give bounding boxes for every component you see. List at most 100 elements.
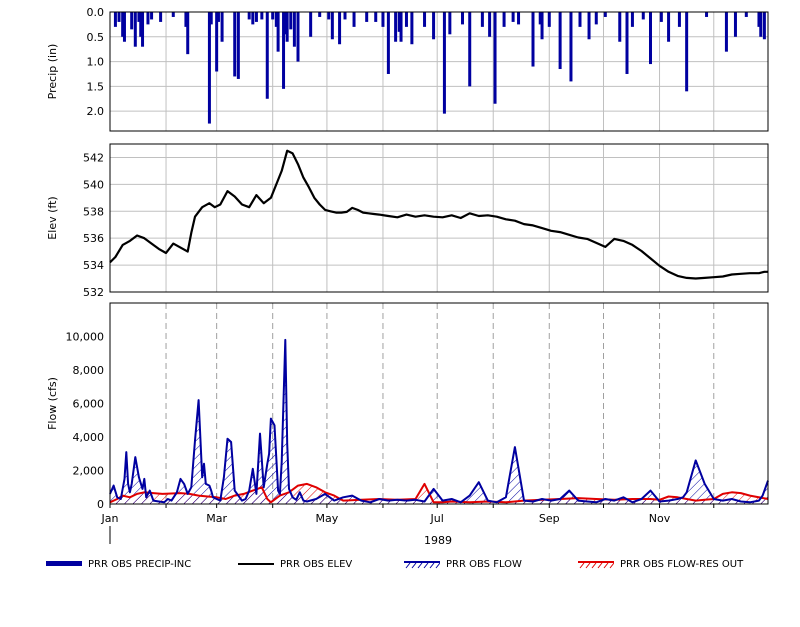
precip-bar-0 — [113, 12, 117, 27]
precip-bar-18 — [216, 12, 220, 22]
precip-ylabel: Precip (in) — [46, 44, 59, 100]
precip-bar-81 — [677, 12, 681, 27]
precip-bar-15 — [207, 12, 211, 124]
precip-bar-88 — [759, 12, 763, 37]
precip-bar-11 — [159, 12, 163, 22]
precip-bar-68 — [558, 12, 562, 70]
legend-swatch-flow — [404, 561, 440, 569]
precip-bar-78 — [649, 12, 652, 65]
precip-bar-50 — [404, 12, 408, 27]
precip-bar-55 — [448, 12, 452, 35]
precip-bar-58 — [480, 12, 484, 27]
xtick-label-3: Jul — [430, 512, 444, 525]
precip-bar-59 — [488, 12, 492, 37]
precip-bar-9 — [146, 12, 150, 25]
precip-bar-49 — [399, 12, 403, 42]
precip-bar-57 — [468, 12, 472, 87]
precip-bar-61 — [502, 12, 506, 27]
flow-ytick-label-1: 2,000 — [73, 465, 105, 478]
precip-bar-41 — [343, 12, 347, 20]
legend-item-elev: PRR OBS ELEV — [238, 553, 352, 575]
elev-ytick-label-1: 534 — [83, 259, 104, 272]
precip-bar-84 — [724, 12, 728, 52]
precip-bar-62 — [511, 12, 515, 22]
precip-bar-79 — [659, 12, 663, 22]
precip-bar-33 — [289, 12, 293, 30]
precip-bar-44 — [374, 12, 378, 22]
precip-bar-73 — [603, 12, 607, 17]
precip-bar-26 — [265, 12, 269, 99]
precip-bar-43 — [365, 12, 369, 22]
precip-bar-22 — [247, 12, 251, 20]
precip-bar-1 — [117, 12, 121, 22]
elev-ylabel: Elev (ft) — [46, 196, 59, 239]
precip-bar-70 — [578, 12, 582, 27]
precip-bar-32 — [285, 12, 289, 42]
flow-ytick-label-0: 0 — [97, 498, 104, 511]
precip-bar-12 — [171, 12, 175, 17]
xtick-label-0: Jan — [101, 512, 119, 525]
precip-bar-16 — [209, 12, 213, 25]
legend-swatch-elev — [238, 563, 274, 565]
precip-bar-89 — [762, 12, 766, 40]
precip-ytick-label-1: 0.5 — [87, 31, 105, 44]
precip-bar-67 — [547, 12, 551, 27]
legend-label-elev: PRR OBS ELEV — [280, 558, 353, 570]
precip-bar-4 — [130, 12, 134, 30]
precip-bar-54 — [442, 12, 446, 114]
flow-area-fill — [110, 339, 768, 504]
precip-bar-52 — [423, 12, 427, 27]
hydrograph-chart: 0.0 0.5 1.0 1.5 2.0 Precip (in) 532 534 536 538 54… — [46, 6, 769, 547]
xtick-label-5: Nov — [649, 512, 671, 525]
xlabel-year: 1989 — [424, 534, 452, 547]
precip-bar-14 — [186, 12, 190, 55]
precip-bar-40 — [338, 12, 342, 45]
elev-ytick-label-5: 542 — [83, 151, 104, 164]
legend: PRR OBS PRECIP-INC PRR OBS ELEV PRR OBS … — [0, 553, 800, 575]
legend-item-resout: PRR OBS FLOW-RES OUT — [578, 553, 743, 575]
precip-bar-38 — [327, 12, 331, 20]
precip-bar-19 — [220, 12, 224, 42]
precip-bar-83 — [705, 12, 709, 17]
precip-bar-24 — [254, 12, 258, 22]
precip-ytick-label-0: 0.0 — [87, 6, 105, 19]
precip-bar-36 — [309, 12, 313, 37]
legend-swatch-precip — [46, 561, 82, 566]
precip-bar-5 — [133, 12, 137, 47]
precip-bar-56 — [461, 12, 464, 25]
flow-ytick-label-2: 4,000 — [73, 431, 105, 444]
precip-ytick-label-2: 1.0 — [87, 56, 105, 69]
precip-ytick-label-4: 2.0 — [87, 105, 105, 118]
precip-bar-25 — [260, 12, 264, 20]
precip-bar-10 — [150, 12, 154, 20]
flow-ylabel: Flow (cfs) — [46, 377, 59, 430]
precip-bar-64 — [531, 12, 535, 67]
elev-ytick-label-2: 536 — [83, 232, 104, 245]
precip-ytick-label-3: 1.5 — [87, 80, 105, 93]
flow-ytick-label-3: 6,000 — [73, 398, 105, 411]
elev-ytick-label-0: 532 — [83, 286, 104, 299]
legend-swatch-resout — [578, 561, 614, 569]
precip-bar-74 — [618, 12, 622, 42]
flow-ytick-label-5: 10,000 — [66, 331, 105, 344]
xtick-label-1: Mar — [206, 512, 227, 525]
precip-bar-75 — [625, 12, 629, 74]
precip-bar-27 — [271, 12, 275, 20]
precip-bar-47 — [394, 12, 398, 42]
precip-bar-69 — [569, 12, 573, 82]
legend-label-precip: PRR OBS PRECIP-INC — [88, 558, 192, 570]
precip-bar-85 — [733, 12, 737, 37]
legend-item-precip: PRR OBS PRECIP-INC — [46, 553, 191, 575]
precip-bar-29 — [276, 12, 280, 52]
precip-bar-45 — [381, 12, 385, 27]
precip-bar-53 — [432, 12, 436, 40]
precip-bar-82 — [685, 12, 689, 92]
precip-bar-23 — [251, 12, 255, 25]
flow-series-line — [109, 338, 769, 504]
precip-bar-60 — [493, 12, 497, 104]
precip-bar-3 — [122, 12, 126, 42]
precip-bar-76 — [630, 12, 634, 27]
elev-series-line — [109, 149, 768, 280]
precip-bar-46 — [386, 12, 390, 74]
elev-ytick-label-3: 538 — [83, 205, 104, 218]
